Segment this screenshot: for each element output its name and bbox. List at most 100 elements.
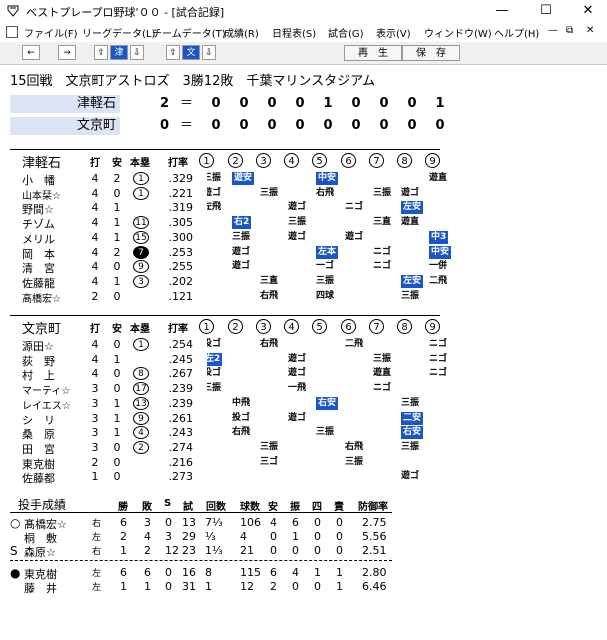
result-out: ニゴ: [373, 383, 392, 394]
batter-row: マーティ☆ 3 0 17 .239 三振 一飛 ニゴ: [0, 382, 607, 397]
batting-team-name: 津軽石: [22, 156, 62, 171]
mdi-close-icon[interactable]: ✕: [586, 25, 594, 36]
menu-game[interactable]: 試合(G): [328, 25, 364, 40]
result-out: 三振: [401, 441, 420, 452]
close-button[interactable]: ✕: [566, 0, 607, 22]
header-ab: 打: [90, 324, 100, 335]
team1-down-button[interactable]: ⇩: [130, 45, 144, 60]
batter-row: 岡 本 4 2 7 .253 遊ゴ 左本 ニゴ 中安: [0, 245, 607, 261]
batter-ab: 4: [91, 274, 99, 288]
result-hit: 右2: [232, 216, 252, 230]
batter-row: 桑 原 3 1 4 .243 右飛 三振 右安: [0, 426, 607, 442]
result-hit: 左2: [207, 352, 223, 366]
pitcher-hits: 4: [270, 516, 277, 529]
pitcher-hand: 左: [92, 533, 102, 543]
title-bar: ベストプレープロ野球'００ - [試合記録] — ☐ ✕: [0, 0, 607, 23]
team1-up-button[interactable]: ⇧: [94, 45, 108, 60]
menu-view[interactable]: 表示(V): [376, 25, 411, 40]
inning-score: 0: [267, 96, 277, 111]
down-arrow-icon: ⇩: [205, 48, 213, 58]
pitcher-innings: ⅓: [205, 530, 216, 543]
score-team-name: 文京町: [10, 117, 120, 135]
menu-schedule[interactable]: 日程表(S): [272, 25, 316, 40]
result-out: 遊ゴ: [232, 246, 251, 257]
score-total: 0: [160, 118, 170, 133]
team2-select-button[interactable]: 文: [182, 45, 200, 60]
menu-help[interactable]: ヘルプ(H): [494, 25, 539, 40]
pitching-header: 勝: [118, 502, 128, 513]
inning-score: 1: [435, 96, 445, 111]
batter-hits: 0: [113, 367, 121, 381]
batter-hits: 0: [113, 260, 121, 274]
mdi-restore-icon[interactable]: ⧉: [566, 25, 573, 36]
result-leader: 三直 三振 左安 二飛: [207, 274, 457, 288]
pitcher-hand: 右: [92, 547, 102, 557]
batter-avg: .329: [168, 172, 194, 185]
pitcher-hits: 6: [270, 566, 277, 579]
menu-team[interactable]: チームデータ(T): [152, 25, 226, 40]
batter-name: 桑 原: [22, 428, 55, 442]
batter-name: 東克樹: [22, 457, 55, 471]
pitching-header: 回数: [206, 502, 226, 513]
mdi-minimize-icon[interactable]: —: [548, 25, 558, 36]
team2-label: 文: [186, 48, 196, 58]
result-out: 一ゴ: [316, 261, 335, 272]
menu-file[interactable]: ファイル(F): [24, 25, 78, 40]
batter-hr: 1: [133, 338, 149, 351]
result-leader: 右2 三振 三直 遊直: [207, 216, 457, 230]
team2-down-button[interactable]: ⇩: [202, 45, 216, 60]
maximize-button[interactable]: ☐: [524, 0, 568, 22]
result-leader: 遊ゴ: [207, 470, 457, 483]
result-leader: 三振 遊ゴ 遊ゴ 中3: [207, 230, 457, 244]
result-out: 遊ゴ: [288, 412, 307, 423]
pitcher-wins: 1: [120, 580, 127, 593]
menu-window[interactable]: ウィンドウ(W): [424, 25, 492, 40]
prev-game-button[interactable]: ←: [22, 45, 40, 60]
batter-hits: 0: [113, 455, 121, 469]
inning-header: 5: [312, 153, 327, 168]
window-title: ベストプレープロ野球'００ - [試合記録]: [26, 6, 225, 19]
result-out: 投ゴ: [232, 412, 251, 423]
minimize-button[interactable]: —: [480, 0, 524, 22]
replay-button[interactable]: 再 生: [344, 45, 402, 61]
batter-hr: 2: [133, 440, 149, 454]
batter-hr: 13: [133, 396, 149, 410]
pitcher-strikeouts: 1: [292, 530, 299, 543]
inning-score: 0: [351, 118, 361, 133]
team1-select-button[interactable]: 津: [110, 45, 128, 60]
result-out: 遊ゴ: [345, 231, 364, 242]
save-button[interactable]: 保 存: [402, 45, 460, 61]
pitcher-era: 2.75: [362, 516, 387, 529]
team2-up-button[interactable]: ⇧: [166, 45, 180, 60]
batter-hr: 7: [133, 245, 149, 259]
result-out: 遊ゴ: [288, 353, 307, 364]
batter-hr: 4: [133, 426, 149, 440]
result-out: ニゴ: [429, 339, 448, 349]
batter-avg: .253: [168, 245, 194, 259]
score-total: 2: [160, 96, 170, 111]
pitcher-saves: 3: [165, 530, 172, 543]
pitcher-era: 2.51: [362, 544, 387, 557]
next-game-button[interactable]: →: [58, 45, 76, 60]
pitcher-hits: 0: [270, 530, 277, 543]
menu-stats[interactable]: 成績(R): [224, 25, 259, 40]
menu-league[interactable]: リーグデータ(L): [82, 25, 155, 40]
batter-name: 髙橋宏☆: [22, 293, 61, 305]
result-leader: 左2 遊ゴ 三振 ニゴ: [207, 352, 457, 366]
batter-row: レイエス☆ 3 1 13 .239 中飛 右安 三振: [0, 396, 607, 412]
batter-hits: 1: [113, 426, 121, 440]
pitcher-pitches: 21: [240, 544, 254, 557]
batter-ab: 4: [91, 260, 99, 274]
inning-header: 5: [312, 319, 327, 334]
batter-hits: 1: [113, 230, 121, 244]
pitcher-innings: 1⅓: [205, 544, 223, 557]
pitcher-saves: 0: [165, 566, 172, 579]
batter-hits: 2: [113, 172, 121, 185]
doc-icon[interactable]: [6, 26, 18, 38]
batter-ab: 2: [91, 289, 99, 303]
inning-header: 3: [256, 319, 271, 334]
result-out: 三振: [373, 187, 392, 198]
pitcher-walks: 0: [314, 580, 321, 593]
batter-hr: 9: [133, 411, 149, 425]
score-team-name: 津軽石: [10, 95, 120, 113]
